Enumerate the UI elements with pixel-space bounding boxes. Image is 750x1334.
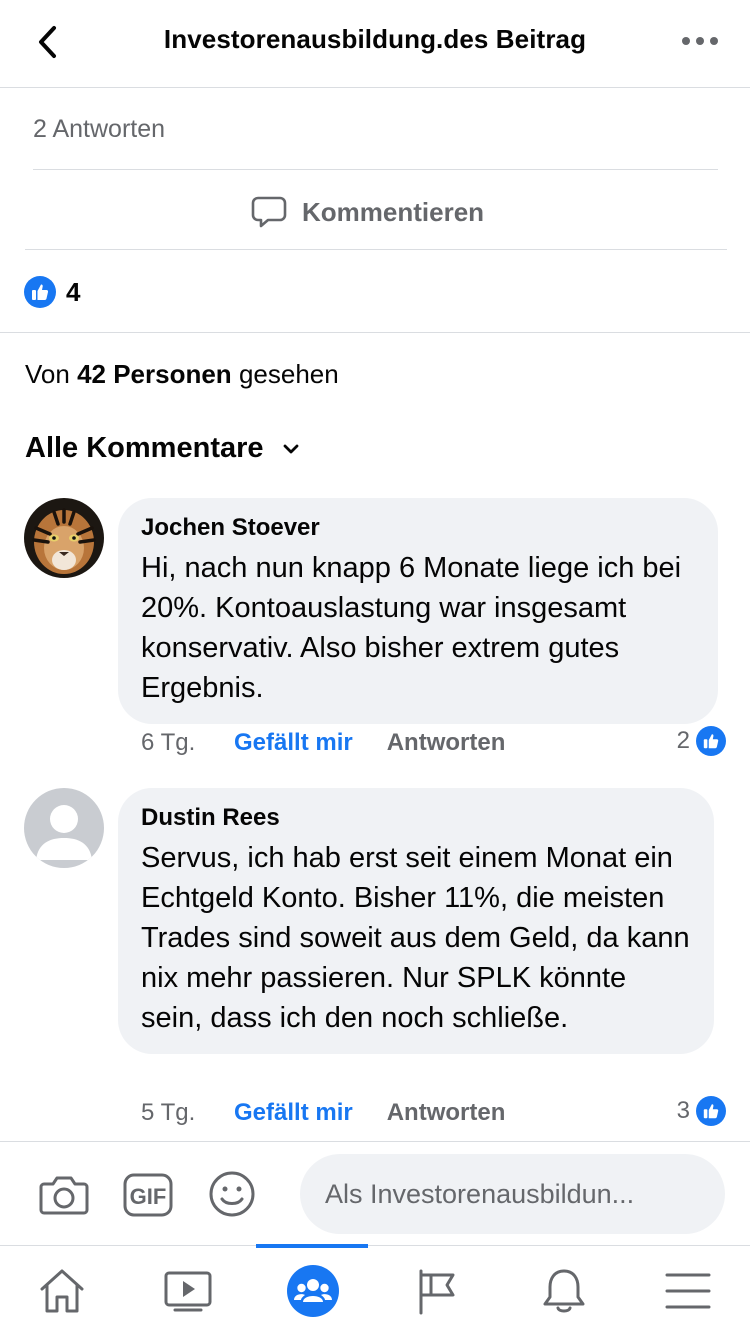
- comments-filter-dropdown[interactable]: Alle Kommentare: [25, 432, 302, 465]
- seen-count: 42 Personen: [77, 359, 232, 389]
- comment-author[interactable]: Jochen Stoever: [141, 514, 694, 542]
- top-bar: Investorenausbildung.des Beitrag: [0, 0, 750, 88]
- avatar[interactable]: [24, 788, 104, 868]
- likes-summary[interactable]: 4: [24, 276, 80, 308]
- groups-icon[interactable]: [253, 1246, 373, 1334]
- comment-meta: 6 Tg. Gefällt mir Antworten: [141, 726, 505, 760]
- comment-reactions[interactable]: 2: [677, 726, 726, 756]
- more-options-icon[interactable]: [680, 24, 720, 58]
- comment-bubble[interactable]: Jochen Stoever Hi, nach nun knapp 6 Mona…: [118, 498, 718, 724]
- comment-button[interactable]: Kommentieren: [250, 190, 484, 234]
- divider: [33, 169, 718, 170]
- menu-icon[interactable]: [628, 1246, 748, 1334]
- page-title: Investorenausbildung.des Beitrag: [163, 24, 587, 54]
- comment-bubble-icon: [251, 196, 287, 228]
- seen-suffix: gesehen: [238, 359, 339, 389]
- reaction-count: 3: [676, 1097, 690, 1124]
- comment-button-label: Kommentieren: [302, 196, 485, 227]
- divider: [0, 332, 750, 333]
- likes-count: 4: [66, 276, 81, 307]
- like-button[interactable]: Gefällt mir: [234, 1099, 353, 1127]
- thumbs-up-icon: [696, 726, 726, 756]
- seen-by-text[interactable]: Von 42 Personen gesehen: [25, 359, 339, 390]
- back-chevron-icon[interactable]: [30, 22, 70, 62]
- comment-input[interactable]: Als Investorenausbildun...: [300, 1154, 725, 1234]
- comment-text: Servus, ich hab erst seit einem Monat ei…: [141, 842, 690, 1034]
- thumbs-up-icon: [696, 1096, 726, 1126]
- reaction-count: 2: [676, 727, 690, 754]
- comment-composer: GIF Als Investorenausbildun...: [0, 1141, 750, 1245]
- seen-prefix: Von: [25, 359, 70, 389]
- like-button[interactable]: Gefällt mir: [234, 729, 353, 757]
- comment-author[interactable]: Dustin Rees: [141, 804, 690, 832]
- thumbs-up-icon: [24, 276, 56, 308]
- comment-bubble[interactable]: Dustin Rees Servus, ich hab erst seit ei…: [118, 788, 714, 1054]
- home-icon[interactable]: [2, 1246, 122, 1334]
- reply-button[interactable]: Antworten: [387, 1099, 506, 1127]
- comment-text: Hi, nach nun knapp 6 Monate liege ich be…: [141, 552, 682, 704]
- video-icon[interactable]: [128, 1246, 248, 1334]
- comment-reactions[interactable]: 3: [677, 1096, 726, 1126]
- avatar[interactable]: [24, 498, 104, 578]
- gif-label: GIF: [130, 1184, 167, 1209]
- notifications-bell-icon[interactable]: [504, 1246, 624, 1334]
- pages-flag-icon[interactable]: [378, 1246, 498, 1334]
- emoji-icon[interactable]: [206, 1170, 258, 1218]
- comment-time: 6 Tg.: [141, 729, 196, 756]
- chevron-down-icon: [283, 444, 298, 453]
- reply-button[interactable]: Antworten: [387, 729, 506, 757]
- divider: [25, 249, 727, 250]
- bottom-tab-bar: [0, 1244, 750, 1334]
- gif-icon[interactable]: GIF: [122, 1170, 174, 1218]
- comment-time: 5 Tg.: [141, 1099, 196, 1126]
- comment-meta: 5 Tg. Gefällt mir Antworten: [141, 1096, 505, 1130]
- camera-icon[interactable]: [38, 1170, 90, 1218]
- replies-count[interactable]: 2 Antworten: [33, 115, 165, 144]
- comments-filter-label: Alle Kommentare: [25, 432, 264, 464]
